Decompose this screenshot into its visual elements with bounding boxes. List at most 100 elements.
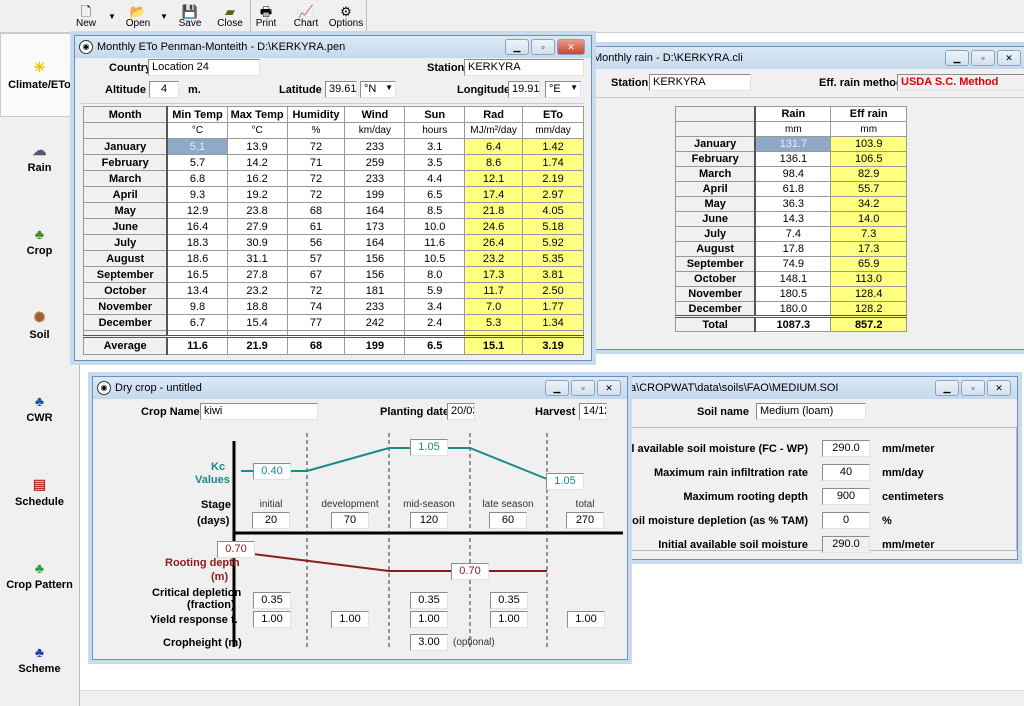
- soil-field-input[interactable]: 900: [822, 488, 870, 505]
- latitude-direction-select[interactable]: °N ▼: [360, 81, 396, 98]
- table-cell[interactable]: 14.3: [754, 211, 832, 227]
- table-cell[interactable]: 7.3: [830, 226, 907, 242]
- table-cell[interactable]: 148.1: [754, 271, 832, 287]
- table-cell[interactable]: 12.1: [464, 170, 524, 187]
- title-bar[interactable]: ta\CROPWAT\data\soils\FAO\MEDIUM.SOI ▁ ▫ ✕: [623, 377, 1017, 399]
- table-cell[interactable]: 77: [286, 314, 346, 331]
- table-cell[interactable]: 11.6: [404, 234, 466, 251]
- table-cell[interactable]: 5.1: [166, 138, 228, 155]
- station-field[interactable]: KERKYRA: [464, 59, 584, 76]
- yield-total-field[interactable]: 1.00: [567, 611, 605, 628]
- sidebar-item-scheme[interactable]: ♣ Scheme: [0, 618, 79, 702]
- altitude-field[interactable]: 4: [149, 81, 179, 98]
- table-cell[interactable]: 3.81: [522, 266, 584, 283]
- table-cell[interactable]: 233: [344, 138, 406, 155]
- table-cell[interactable]: 11.7: [464, 282, 524, 299]
- table-cell[interactable]: 128.4: [830, 286, 907, 302]
- table-cell[interactable]: 5.35: [522, 250, 584, 267]
- table-cell[interactable]: 14.2: [226, 154, 288, 171]
- new-dropdown-arrow[interactable]: ▼: [106, 0, 118, 32]
- soil-name-field[interactable]: Medium (loam): [756, 403, 866, 420]
- table-cell[interactable]: 2.97: [522, 186, 584, 203]
- maximize-button[interactable]: ▫: [961, 380, 985, 396]
- table-cell[interactable]: 98.4: [754, 166, 832, 182]
- minimize-button[interactable]: ▁: [945, 50, 969, 66]
- table-cell[interactable]: 24.6: [464, 218, 524, 235]
- sidebar-item-rain[interactable]: ☁ Rain: [0, 117, 79, 201]
- yield-late-field[interactable]: 1.00: [490, 611, 528, 628]
- table-cell[interactable]: 1.42: [522, 138, 584, 155]
- table-cell[interactable]: 30.9: [226, 234, 288, 251]
- table-cell[interactable]: 2.19: [522, 170, 584, 187]
- table-cell[interactable]: 7.0: [464, 298, 524, 315]
- table-cell[interactable]: 6.7: [166, 314, 228, 331]
- table-cell[interactable]: 14.0: [830, 211, 907, 227]
- table-cell[interactable]: 5.3: [464, 314, 524, 331]
- table-cell[interactable]: 128.2: [830, 301, 907, 317]
- horizontal-scrollbar[interactable]: [80, 690, 1024, 706]
- table-cell[interactable]: 74: [286, 298, 346, 315]
- station-field[interactable]: KERKYRA: [649, 74, 751, 91]
- minimize-button[interactable]: ▁: [505, 39, 529, 55]
- table-cell[interactable]: 10.0: [404, 218, 466, 235]
- sidebar-item-schedule[interactable]: ▤ Schedule: [0, 451, 79, 535]
- open-dropdown-arrow[interactable]: ▼: [158, 0, 170, 32]
- table-cell[interactable]: 18.8: [226, 298, 288, 315]
- stage-days-field[interactable]: 70: [331, 512, 369, 529]
- longitude-direction-select[interactable]: °E ▼: [545, 81, 581, 98]
- table-cell[interactable]: 17.4: [464, 186, 524, 203]
- depletion-initial-field[interactable]: 0.35: [253, 592, 291, 609]
- table-cell[interactable]: 72: [286, 186, 346, 203]
- table-cell[interactable]: 1.74: [522, 154, 584, 171]
- kc-end-field[interactable]: 1.05: [546, 473, 584, 490]
- table-cell[interactable]: 181: [344, 282, 406, 299]
- table-cell[interactable]: 55.7: [830, 181, 907, 197]
- stage-days-field[interactable]: 60: [489, 512, 527, 529]
- table-cell[interactable]: 8.6: [464, 154, 524, 171]
- close-window-button[interactable]: ✕: [557, 39, 585, 55]
- chart-button[interactable]: 📈 Chart: [286, 0, 326, 32]
- table-cell[interactable]: 72: [286, 138, 346, 155]
- table-cell[interactable]: 15.4: [226, 314, 288, 331]
- table-cell[interactable]: 113.0: [830, 271, 907, 287]
- table-cell[interactable]: 16.5: [166, 266, 228, 283]
- table-cell[interactable]: 31.1: [226, 250, 288, 267]
- table-cell[interactable]: 17.3: [464, 266, 524, 283]
- table-cell[interactable]: 16.2: [226, 170, 288, 187]
- table-cell[interactable]: 13.4: [166, 282, 228, 299]
- table-cell[interactable]: 103.9: [830, 136, 907, 152]
- yield-mid-field[interactable]: 1.00: [410, 611, 448, 628]
- table-cell[interactable]: 164: [344, 234, 406, 251]
- table-cell[interactable]: 1.77: [522, 298, 584, 315]
- table-cell[interactable]: 106.5: [830, 151, 907, 167]
- table-cell[interactable]: 17.8: [754, 241, 832, 257]
- table-cell[interactable]: 10.5: [404, 250, 466, 267]
- table-cell[interactable]: 8.0: [404, 266, 466, 283]
- new-button[interactable]: 🗋 New: [66, 0, 106, 32]
- table-cell[interactable]: 180.5: [754, 286, 832, 302]
- table-cell[interactable]: 18.6: [166, 250, 228, 267]
- table-cell[interactable]: 156: [344, 266, 406, 283]
- options-button[interactable]: ⚙ Options: [326, 0, 366, 32]
- title-bar[interactable]: Monthly rain - D:\KERKYRA.cli ▁ ▫ ✕: [589, 47, 1024, 69]
- table-cell[interactable]: 72: [286, 282, 346, 299]
- close-window-button[interactable]: ✕: [987, 380, 1011, 396]
- sidebar-item-climate-eto[interactable]: ☀ Climate/ETo: [0, 33, 79, 117]
- depletion-mid-field[interactable]: 0.35: [410, 592, 448, 609]
- table-cell[interactable]: 13.9: [226, 138, 288, 155]
- table-cell[interactable]: 67: [286, 266, 346, 283]
- table-cell[interactable]: 72: [286, 170, 346, 187]
- table-cell[interactable]: 242: [344, 314, 406, 331]
- table-cell[interactable]: 136.1: [754, 151, 832, 167]
- table-cell[interactable]: 36.3: [754, 196, 832, 212]
- table-cell[interactable]: 3.4: [404, 298, 466, 315]
- eff-rain-method-field[interactable]: USDA S.C. Method: [897, 74, 1024, 91]
- table-cell[interactable]: 19.2: [226, 186, 288, 203]
- table-cell[interactable]: 12.9: [166, 202, 228, 219]
- table-cell[interactable]: 16.4: [166, 218, 228, 235]
- table-cell[interactable]: 164: [344, 202, 406, 219]
- table-cell[interactable]: 71: [286, 154, 346, 171]
- table-cell[interactable]: 21.8: [464, 202, 524, 219]
- table-cell[interactable]: 5.7: [166, 154, 228, 171]
- table-cell[interactable]: 8.5: [404, 202, 466, 219]
